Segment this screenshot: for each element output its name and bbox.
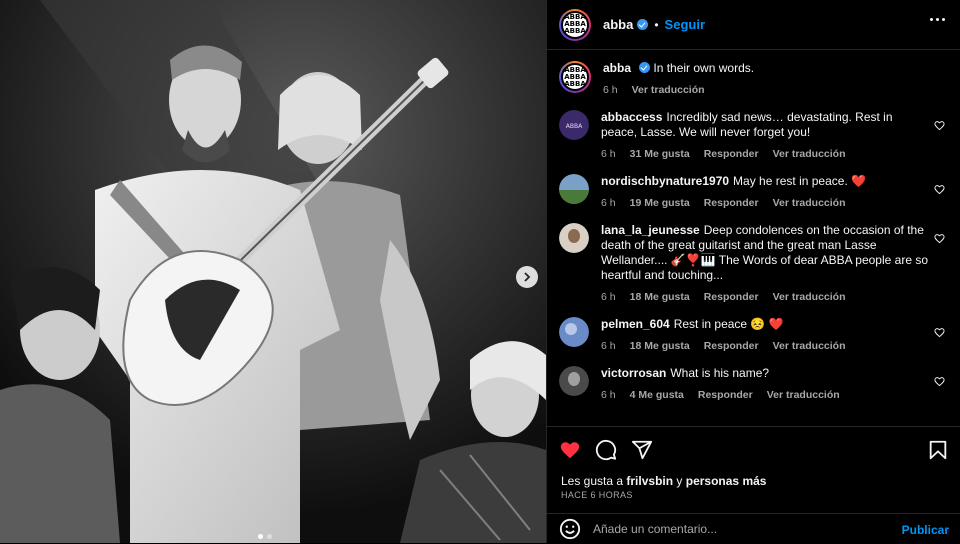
comment-likes[interactable]: 19 Me gusta bbox=[630, 197, 690, 209]
avatar[interactable]: ABBA bbox=[559, 110, 589, 140]
comment-username[interactable]: nordischbynature1970 bbox=[601, 174, 729, 188]
liked-by-user[interactable]: frilvsbin bbox=[626, 474, 673, 488]
comment-item: pelmen_604 Rest in peace 😣 ❤️ 6 h 18 Me g… bbox=[559, 317, 949, 352]
post-timestamp[interactable]: HACE 6 HORAS bbox=[561, 490, 633, 500]
comment-icon[interactable] bbox=[595, 439, 617, 461]
comment-username[interactable]: abbaccess bbox=[601, 110, 662, 124]
post-photo bbox=[0, 0, 546, 543]
translate-link[interactable]: Ver traducción bbox=[773, 340, 846, 352]
next-slide-icon bbox=[524, 272, 531, 282]
translate-link[interactable]: Ver traducción bbox=[773, 197, 846, 209]
comment-text: May he rest in peace. ❤️ bbox=[733, 174, 867, 188]
comment-item: lana_la_jeunesse Deep condolences on the … bbox=[559, 223, 949, 303]
comment-username[interactable]: victorrosan bbox=[601, 366, 666, 380]
caption-text: In their own words. bbox=[653, 61, 755, 75]
comment-username[interactable]: lana_la_jeunesse bbox=[601, 223, 700, 237]
comment-like-heart-icon[interactable] bbox=[934, 376, 945, 387]
post-side-panel: ABBA ABBA ABBA abba • Seguir ABBA ABBA ABBA … bbox=[546, 0, 960, 543]
share-icon[interactable] bbox=[631, 439, 653, 461]
comment-likes[interactable]: 31 Me gusta bbox=[630, 148, 690, 160]
avatar[interactable] bbox=[559, 317, 589, 347]
comment-username[interactable]: pelmen_604 bbox=[601, 317, 670, 331]
action-bar bbox=[559, 439, 653, 461]
abba-logo: ABBA ABBA ABBA bbox=[561, 63, 589, 91]
caption-time[interactable]: 6 h bbox=[603, 84, 618, 96]
author-username[interactable]: abba bbox=[603, 17, 633, 32]
comment-time[interactable]: 6 h bbox=[601, 291, 616, 303]
likes-middle: y bbox=[673, 474, 686, 488]
avatar[interactable]: ABBA ABBA ABBA bbox=[559, 61, 591, 93]
post-header: ABBA ABBA ABBA abba • Seguir bbox=[547, 0, 960, 50]
avatar[interactable] bbox=[559, 223, 589, 253]
translate-link[interactable]: Ver traducción bbox=[632, 84, 705, 96]
follow-button[interactable]: Seguir bbox=[665, 17, 705, 32]
comment-text: Rest in peace 😣 ❤️ bbox=[673, 317, 784, 331]
avatar[interactable]: ABBA ABBA ABBA bbox=[559, 8, 591, 41]
avatar[interactable] bbox=[559, 174, 589, 204]
comment-time[interactable]: 6 h bbox=[601, 389, 616, 401]
comment-time[interactable]: 6 h bbox=[601, 148, 616, 160]
comment-like-heart-icon[interactable] bbox=[934, 184, 945, 195]
reply-button[interactable]: Responder bbox=[704, 197, 759, 209]
svg-text:ABBA: ABBA bbox=[566, 123, 583, 130]
save-icon[interactable] bbox=[927, 439, 949, 461]
carousel-dot bbox=[258, 534, 263, 539]
likes-prefix: Les gusta a bbox=[561, 474, 627, 488]
reply-button[interactable]: Responder bbox=[698, 389, 753, 401]
comment-likes[interactable]: 18 Me gusta bbox=[630, 291, 690, 303]
comment-like-heart-icon[interactable] bbox=[934, 327, 945, 338]
publish-button[interactable]: Publicar bbox=[902, 523, 949, 537]
post-media bbox=[0, 0, 546, 543]
instagram-post: ABBA ABBA ABBA abba • Seguir ABBA ABBA ABBA … bbox=[0, 0, 960, 543]
abba-logo: ABBA ABBA ABBA bbox=[561, 10, 589, 39]
carousel-indicator bbox=[258, 534, 272, 539]
comment-time[interactable]: 6 h bbox=[601, 340, 616, 352]
comment-input[interactable] bbox=[593, 522, 883, 536]
post-actions: Les gusta a frilvsbin y personas más HAC… bbox=[547, 426, 960, 543]
translate-link[interactable]: Ver traducción bbox=[773, 148, 846, 160]
comment-likes[interactable]: 18 Me gusta bbox=[630, 340, 690, 352]
comment-item: ABBA abbaccess Incredibly sad news… devas… bbox=[559, 110, 949, 160]
next-slide-button[interactable] bbox=[516, 266, 538, 288]
emoji-icon[interactable] bbox=[559, 518, 581, 540]
more-options-icon[interactable] bbox=[930, 18, 945, 21]
translate-link[interactable]: Ver traducción bbox=[767, 389, 840, 401]
comment-item: victorrosan What is his name? 6 h 4 Me gu… bbox=[559, 366, 949, 401]
heart-icon[interactable] bbox=[559, 439, 581, 461]
verified-icon bbox=[639, 62, 651, 73]
verified-icon bbox=[637, 19, 649, 30]
reply-button[interactable]: Responder bbox=[704, 148, 759, 160]
liked-by-others[interactable]: personas más bbox=[686, 474, 767, 488]
comment-time[interactable]: 6 h bbox=[601, 197, 616, 209]
comment-item: nordischbynature1970 May he rest in peace… bbox=[559, 174, 949, 209]
likes-summary: Les gusta a frilvsbin y personas más bbox=[561, 474, 766, 488]
post-caption: ABBA ABBA ABBA abba In their own words. 6 … bbox=[559, 61, 949, 96]
translate-link[interactable]: Ver traducción bbox=[773, 291, 846, 303]
comments-list[interactable]: ABBA ABBA ABBA abba In their own words. 6 … bbox=[547, 51, 960, 425]
comment-like-heart-icon[interactable] bbox=[934, 233, 945, 244]
reply-button[interactable]: Responder bbox=[704, 291, 759, 303]
reply-button[interactable]: Responder bbox=[704, 340, 759, 352]
caption-username[interactable]: abba bbox=[603, 61, 631, 75]
add-comment-bar: Publicar bbox=[547, 513, 960, 544]
avatar[interactable] bbox=[559, 366, 589, 396]
separator-dot: • bbox=[654, 17, 659, 32]
comment-likes[interactable]: 4 Me gusta bbox=[630, 389, 684, 401]
comment-like-heart-icon[interactable] bbox=[934, 120, 945, 131]
comment-text: What is his name? bbox=[670, 366, 770, 380]
carousel-dot bbox=[267, 534, 272, 539]
